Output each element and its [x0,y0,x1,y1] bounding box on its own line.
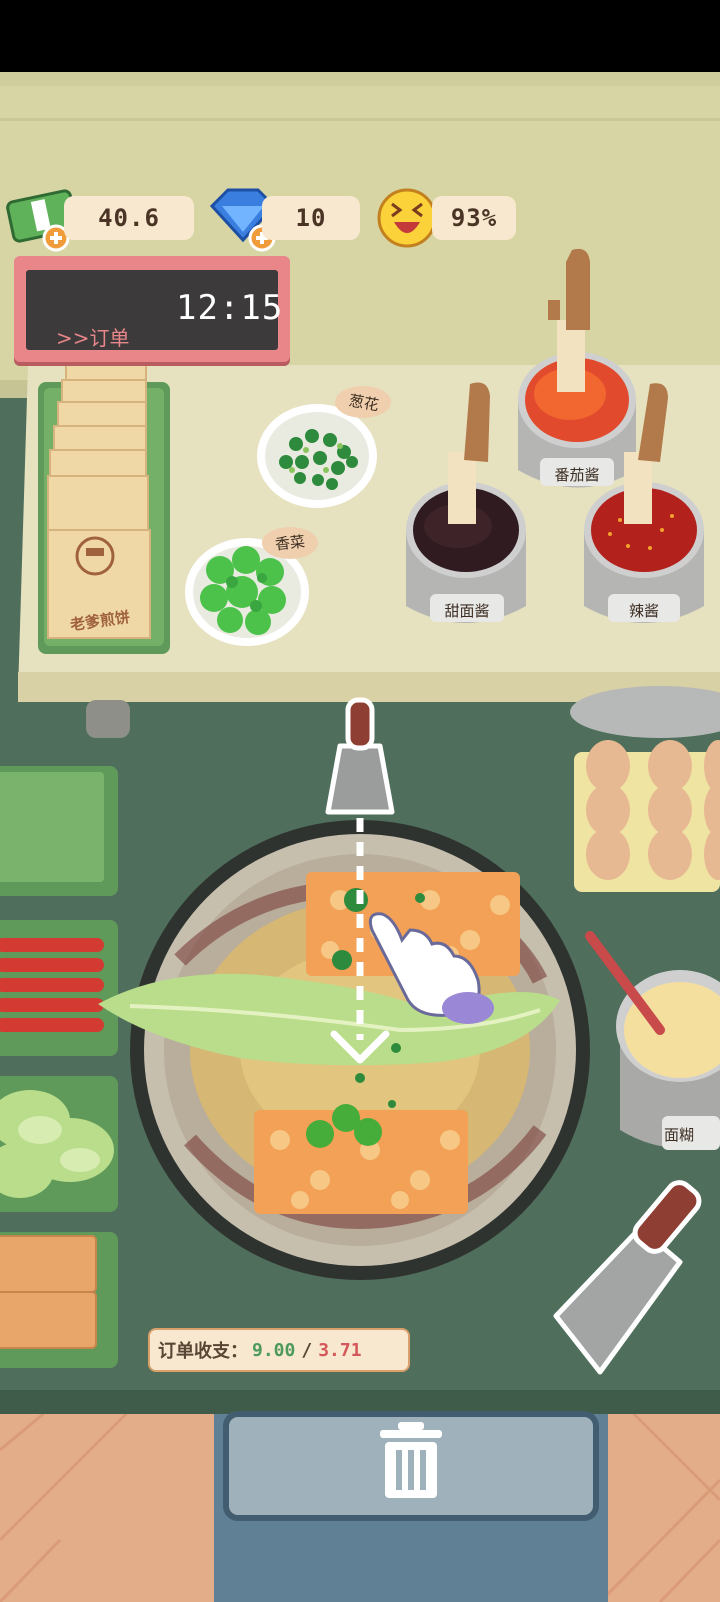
order-income-box: 订单收支： 9.00 / 3.71 [148,1328,410,1372]
cash-value: 40.6 [98,204,160,232]
satisfaction-meter: 93% [432,196,516,240]
lettuce-tray[interactable] [0,1076,118,1212]
order-board[interactable]: 12:15 >>订单 [14,256,290,362]
income-separator: / [301,1339,313,1361]
sausage-tray[interactable] [0,920,118,1056]
order-timer: 12:15 [176,288,284,328]
gem-value: 10 [295,204,327,232]
tomato-sauce-label: 番茄酱 [554,466,600,484]
trash-icon [380,1422,442,1498]
gem-counter[interactable]: 10 [262,196,360,240]
pancake-bottom[interactable] [254,1104,468,1214]
cash-counter[interactable]: 40.6 [64,196,194,240]
order-link[interactable]: >>订单 [56,322,130,351]
income-revenue: 9.00 [252,1339,296,1361]
income-label: 订单收支： [158,1341,248,1362]
laughing-face-icon [377,188,437,248]
crispy-wafer-tray[interactable] [0,1232,118,1368]
income-cost: 3.71 [318,1339,362,1361]
chili-sauce-label: 辣酱 [628,602,659,620]
order-screen: 12:15 >>订单 [26,270,282,351]
sweet-sauce-label: 甜面酱 [444,602,490,620]
egg-carton[interactable] [574,740,720,892]
satisfaction-value: 93% [450,204,498,232]
empty-tray[interactable] [0,766,118,896]
batter-label: 面糊 [664,1126,695,1144]
